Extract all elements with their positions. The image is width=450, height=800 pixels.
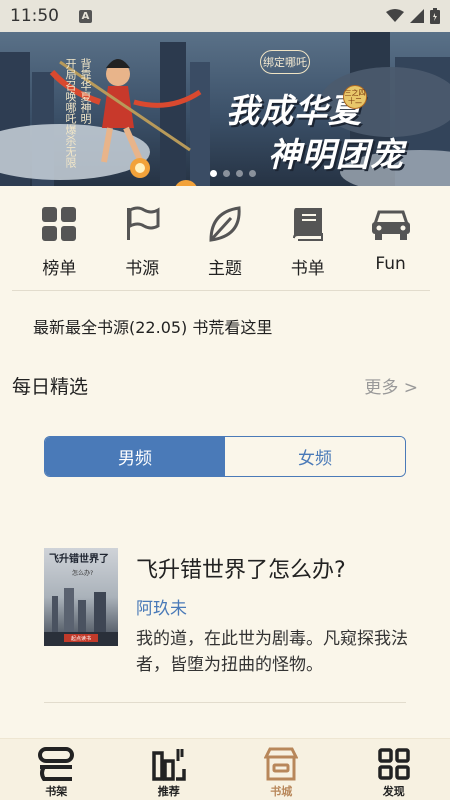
tab-female[interactable]: 女频 xyxy=(225,437,405,476)
status-right xyxy=(386,8,440,24)
section-title: 每日精选 xyxy=(12,376,89,398)
banner-title-line1: 我成华夏 xyxy=(226,91,362,130)
nav-bookshelf[interactable]: 书架 xyxy=(0,739,113,800)
category-fun[interactable]: Fun xyxy=(358,196,424,286)
cover-title: 飞升错世界了 xyxy=(49,554,109,565)
wifi-icon xyxy=(386,9,404,22)
book-description: 我的道，在此世为剧毒。凡窥探我法者，皆堕为扭曲的怪物。 xyxy=(136,629,408,675)
more-link[interactable]: 更多 > xyxy=(364,373,418,398)
book-author[interactable]: 阿玖未 xyxy=(136,594,187,619)
notice-link[interactable]: 最新最全书源(22.05) 书荒看这里 xyxy=(33,314,272,338)
car-icon xyxy=(371,204,411,244)
nav-label: 发现 xyxy=(382,785,405,798)
nav-label: 书架 xyxy=(45,785,68,798)
banner-title-line2: 神明团宠 xyxy=(268,135,404,174)
bottom-nav: 书架 推荐 书城 发现 xyxy=(0,738,450,800)
signal-icon xyxy=(410,9,424,23)
category-label: 书源 xyxy=(125,259,160,279)
pager-dot[interactable] xyxy=(249,170,256,177)
nav-label: 推荐 xyxy=(157,785,180,798)
tab-male[interactable]: 男频 xyxy=(45,437,225,476)
nav-recommend[interactable]: 推荐 xyxy=(113,739,226,800)
book-title[interactable]: 飞升错世界了怎么办? xyxy=(136,552,346,584)
cover-subtitle: 怎么办? xyxy=(72,570,94,577)
category-themes[interactable]: 主题 xyxy=(192,196,258,286)
book-icon xyxy=(288,204,328,244)
nav-store[interactable]: 书城 xyxy=(225,739,338,800)
discover-icon xyxy=(376,746,412,782)
store-icon xyxy=(263,746,299,782)
divider xyxy=(44,702,406,703)
status-bar: 11:50 A xyxy=(0,0,450,32)
banner-pager xyxy=(210,170,256,177)
nav-discover[interactable]: 发现 xyxy=(338,739,450,800)
grid-icon xyxy=(39,204,79,244)
promo-banner[interactable]: 开局召唤哪吒爆杀无限 背靠华夏神明 绑定哪吒 我成华夏 神明团宠 三之四十二 xyxy=(0,32,450,186)
category-rankings[interactable]: 榜单 xyxy=(26,196,92,286)
banner-vertical-text-2: 背靠华夏神明 xyxy=(79,58,92,124)
leaf-icon xyxy=(205,204,245,244)
banner-badge: 三之四十二 xyxy=(343,85,367,109)
banner-vertical-text-1: 开局召唤哪吒爆杀无限 xyxy=(64,58,77,168)
category-label: 书单 xyxy=(290,259,325,279)
pager-dot[interactable] xyxy=(236,170,243,177)
category-row: 榜单 书源 主题 书单 Fun xyxy=(0,196,450,286)
gender-tab-switch: 男频 女频 xyxy=(44,436,406,477)
battery-icon xyxy=(430,8,440,24)
category-label: 榜单 xyxy=(42,259,77,279)
status-time: 11:50 xyxy=(10,6,59,26)
book-card[interactable]: 飞升错世界了 怎么办? 起点读书 飞升错世界了怎么办? 阿玖未 我的道，在此世为… xyxy=(44,546,416,686)
nav-label: 书城 xyxy=(270,785,293,798)
cover-logo: 起点读书 xyxy=(64,634,98,642)
category-sources[interactable]: 书源 xyxy=(109,196,175,286)
notification-a-icon: A xyxy=(79,9,92,23)
category-label: Fun xyxy=(375,254,406,274)
daily-picks-header: 每日精选 更多 > xyxy=(12,372,418,399)
banner-seal: 绑定哪吒 xyxy=(260,50,310,74)
pager-dot[interactable] xyxy=(210,170,217,177)
category-label: 主题 xyxy=(207,259,242,279)
divider xyxy=(12,290,430,291)
recommend-icon xyxy=(151,746,187,782)
book-cover[interactable]: 飞升错世界了 怎么办? 起点读书 xyxy=(44,548,118,646)
pager-dot[interactable] xyxy=(223,170,230,177)
flag-icon xyxy=(122,204,162,244)
bookshelf-icon xyxy=(38,746,75,782)
category-booklists[interactable]: 书单 xyxy=(275,196,341,286)
